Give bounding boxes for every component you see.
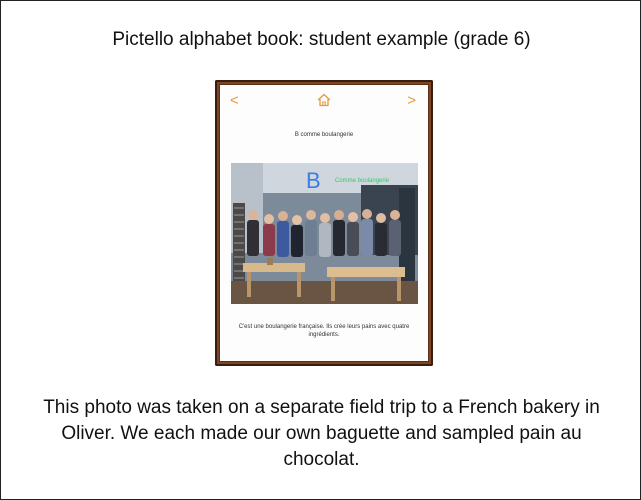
page-caption: C'est une boulangerie française. Ils cré… bbox=[238, 324, 410, 339]
back-chevron-icon[interactable]: < bbox=[230, 93, 239, 108]
home-icon[interactable] bbox=[316, 92, 332, 108]
overlay-text: Comme boulangerie bbox=[335, 178, 390, 184]
forward-chevron-icon[interactable]: > bbox=[407, 93, 416, 108]
page-title: B comme boulangerie bbox=[294, 132, 354, 138]
ipad-device-frame: < > B comme boulangerie B Comme boulange… bbox=[215, 80, 433, 366]
pictello-screen: < > B comme boulangerie B Comme boulange… bbox=[220, 85, 428, 361]
overlay-letter: B bbox=[306, 168, 321, 193]
slide-frame: Pictello alphabet book: student example … bbox=[0, 0, 641, 500]
slide-heading: Pictello alphabet book: student example … bbox=[112, 29, 531, 50]
bakery-group-photo: B Comme boulangerie bbox=[231, 163, 418, 304]
nav-bar: < > bbox=[220, 85, 428, 115]
slide-body-text: This photo was taken on a separate field… bbox=[43, 397, 600, 471]
